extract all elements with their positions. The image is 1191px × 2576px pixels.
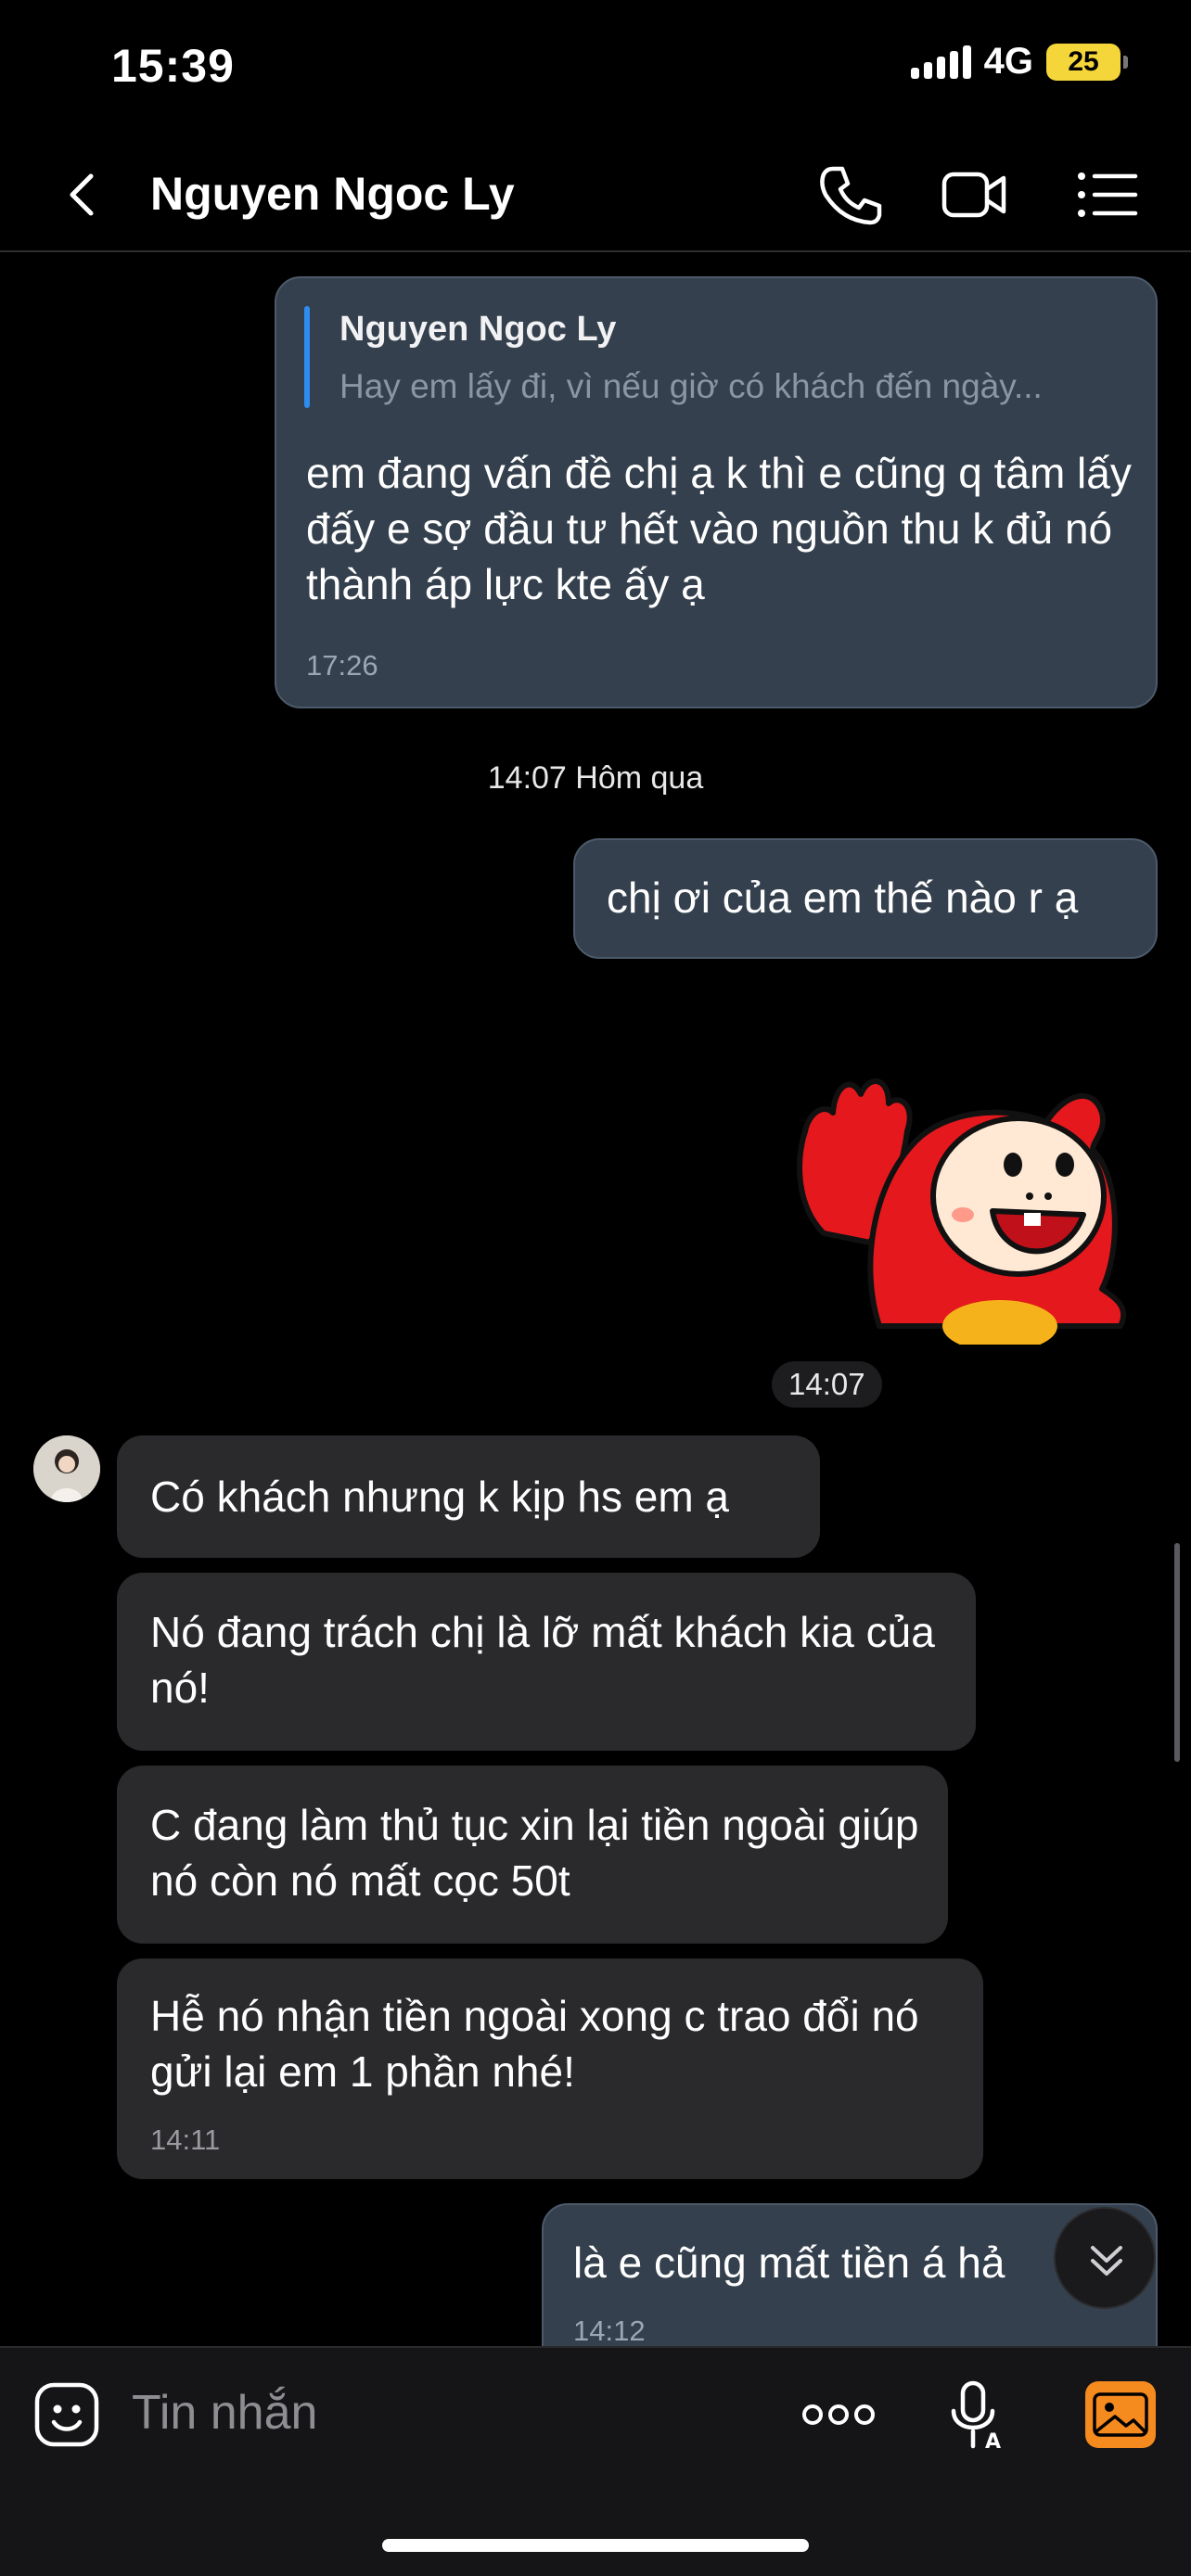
more-dots-icon[interactable] [800, 2392, 877, 2437]
message-input[interactable]: Tin nhắn [132, 2385, 317, 2441]
message-text: Hễ nó nhận tiền ngoài xong c trao đổi nó… [150, 1992, 919, 2096]
message-text: C đang làm thủ tục xin lại tiền ngoài gi… [150, 1801, 919, 1905]
avatar[interactable] [33, 1435, 100, 1502]
status-indicators: 4G 25 [910, 41, 1128, 83]
scroll-down-icon [1091, 2246, 1122, 2276]
status-time: 15:39 [111, 40, 235, 92]
gallery-image-icon [1093, 2392, 1148, 2437]
date-divider: 14:07 Hôm qua [487, 760, 704, 796]
network-type: 4G [983, 41, 1033, 82]
voice-mic-icon[interactable]: A [944, 2379, 1005, 2454]
scrollbar[interactable] [1174, 1543, 1180, 1762]
battery-level: 25 [1068, 45, 1099, 77]
quote-author: Nguyen Ngoc Ly [339, 310, 617, 349]
scroll-down-button[interactable] [1054, 2207, 1156, 2309]
avatar-image [33, 1435, 100, 1502]
message-text: em đang vấn đề chị ạ k thì e cũng q tâm … [306, 449, 1132, 608]
menu-list-icon[interactable] [1072, 159, 1143, 230]
message-time: 14:11 [150, 2123, 221, 2156]
back-chevron-icon[interactable] [58, 169, 109, 221]
message-time: 14:12 [573, 2315, 646, 2347]
sticker-time: 14:07 [772, 1361, 882, 1408]
svg-text:A: A [985, 2430, 1001, 2454]
message-text: Có khách nhưng k kịp hs em ạ [150, 1473, 730, 1521]
home-indicator [382, 2539, 809, 2552]
message-text: chị ơi của em thế nào r ạ [607, 874, 1079, 922]
battery-icon: 25 [1046, 43, 1128, 81]
contact-name[interactable]: Nguyen Ngoc Ly [150, 167, 515, 221]
message-text: là e cũng mất tiền á hả [573, 2238, 1005, 2287]
gallery-image-button[interactable] [1085, 2381, 1156, 2448]
monkey-sticker[interactable] [787, 1048, 1139, 1345]
video-call-icon[interactable] [939, 159, 1009, 230]
phone-icon[interactable] [814, 159, 885, 230]
quote-bar [304, 306, 310, 408]
signal-icon [910, 45, 971, 79]
quote-snippet: Hay em lấy đi, vì nếu giờ có khách đến n… [339, 367, 1043, 405]
message-time: 17:26 [306, 649, 378, 682]
message-text: Nó đang trách chị là lỡ mất khách kia củ… [150, 1608, 935, 1712]
sticker-emoji-icon[interactable] [32, 2379, 102, 2450]
